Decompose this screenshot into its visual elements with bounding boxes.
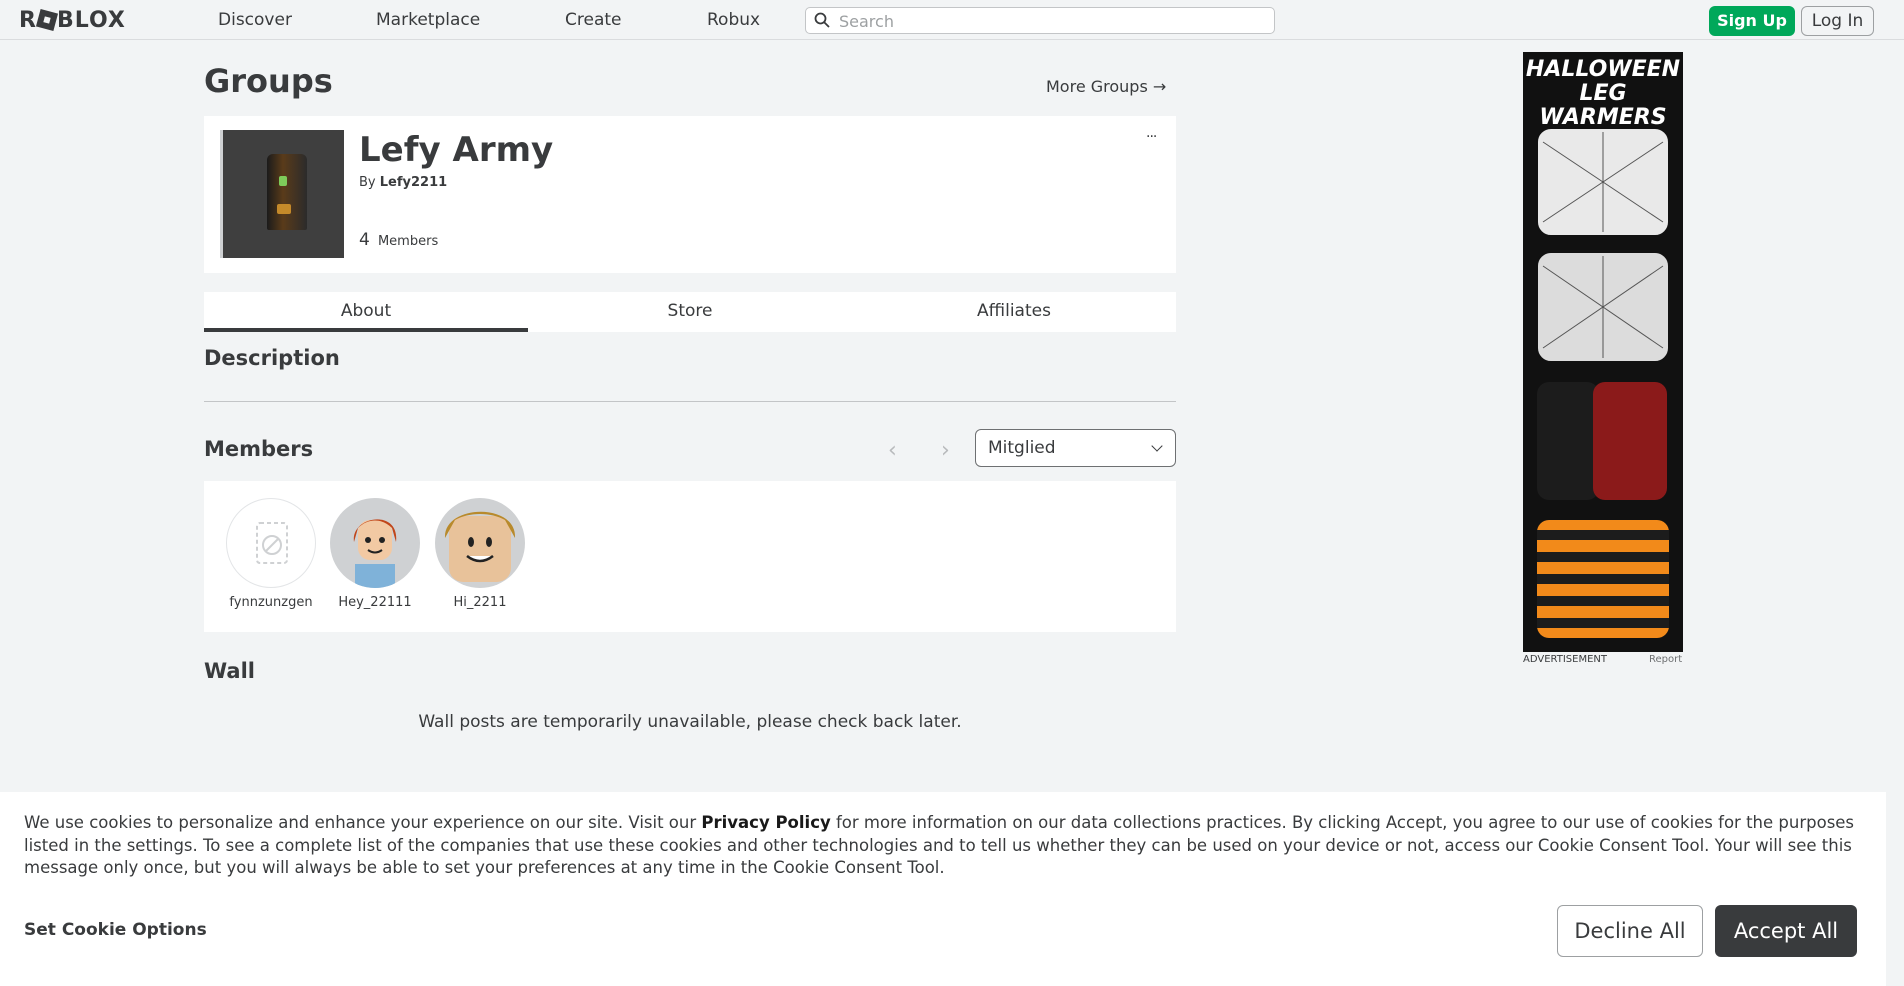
by-label: By — [359, 175, 376, 190]
avatar — [435, 498, 525, 588]
tab-about[interactable]: About — [204, 292, 528, 332]
advertisement-label: ADVERTISEMENT — [1523, 654, 1608, 665]
group-emblem — [220, 130, 344, 258]
member-name: Hi_2211 — [453, 595, 507, 610]
member-item[interactable]: Hi_2211 — [430, 498, 530, 610]
group-owner-link[interactable]: Lefy2211 — [380, 175, 447, 190]
set-cookie-options-link[interactable]: Set Cookie Options — [24, 920, 207, 940]
more-options-icon[interactable]: ··· — [1146, 129, 1157, 145]
role-dropdown[interactable]: Mitglied — [975, 429, 1176, 467]
member-item[interactable]: Hey_22111 — [325, 498, 425, 610]
avatar — [226, 498, 316, 588]
description-divider — [204, 401, 1176, 402]
unavailable-avatar-icon — [256, 522, 288, 564]
description-heading: Description — [204, 346, 340, 370]
group-header-card: Lefy Army By Lefy2211 4 Members ··· — [204, 116, 1176, 273]
member-item[interactable]: fynnzunzgen — [221, 498, 321, 610]
wall-unavailable-message: Wall posts are temporarily unavailable, … — [418, 712, 962, 732]
nav-robux[interactable]: Robux — [707, 10, 760, 30]
members-next-button[interactable]: › — [941, 438, 950, 463]
member-name: fynnzunzgen — [229, 595, 313, 610]
tab-affiliates[interactable]: Affiliates — [852, 292, 1176, 332]
nav-marketplace[interactable]: Marketplace — [376, 10, 480, 30]
role-selected-value: Mitglied — [988, 438, 1056, 458]
log-in-button[interactable]: Log In — [1801, 6, 1874, 36]
cookie-consent-banner: We use cookies to personalize and enhanc… — [0, 792, 1886, 986]
privacy-policy-link[interactable]: Privacy Policy — [701, 813, 830, 832]
group-owner-line: By Lefy2211 — [359, 175, 447, 190]
advertisement-banner[interactable]: HALLOWEEN LEG WARMERS — [1523, 52, 1683, 652]
members-heading: Members — [204, 437, 314, 461]
chevron-down-icon — [1151, 440, 1163, 452]
avatar — [330, 498, 420, 588]
more-groups-link[interactable]: More Groups → — [1046, 77, 1166, 96]
leg-warmers-image — [1536, 127, 1670, 638]
member-count: 4 Members — [359, 230, 438, 250]
top-navigation-bar: R BLOX Discover Marketplace Create Robux … — [0, 0, 1904, 40]
accept-all-button[interactable]: Accept All — [1715, 905, 1857, 957]
ad-report-link[interactable]: Report — [1649, 654, 1682, 665]
cookie-text: We use cookies to personalize and enhanc… — [24, 812, 1866, 880]
search-icon — [814, 12, 830, 28]
cookie-text-intro: We use cookies to personalize and enhanc… — [24, 813, 702, 832]
page-title: Groups — [204, 62, 333, 100]
members-list: fynnzunzgen Hey_22111 Hi_2211 — [204, 481, 1176, 632]
member-count-label: Members — [377, 234, 439, 249]
members-prev-button[interactable]: ‹ — [888, 438, 897, 463]
group-name: Lefy Army — [359, 130, 554, 170]
nav-create[interactable]: Create — [565, 10, 622, 30]
roblox-logo[interactable]: R BLOX — [19, 8, 126, 33]
wall-heading: Wall — [204, 659, 255, 683]
member-name: Hey_22111 — [338, 595, 412, 610]
sign-up-button[interactable]: Sign Up — [1709, 6, 1795, 36]
member-count-number: 4 — [359, 230, 370, 250]
group-tabs: About Store Affiliates — [204, 292, 1176, 332]
nav-discover[interactable]: Discover — [218, 10, 292, 30]
tab-store[interactable]: Store — [528, 292, 852, 332]
search-input[interactable]: Search — [805, 7, 1275, 34]
search-placeholder: Search — [839, 12, 894, 31]
decline-all-button[interactable]: Decline All — [1557, 905, 1703, 957]
